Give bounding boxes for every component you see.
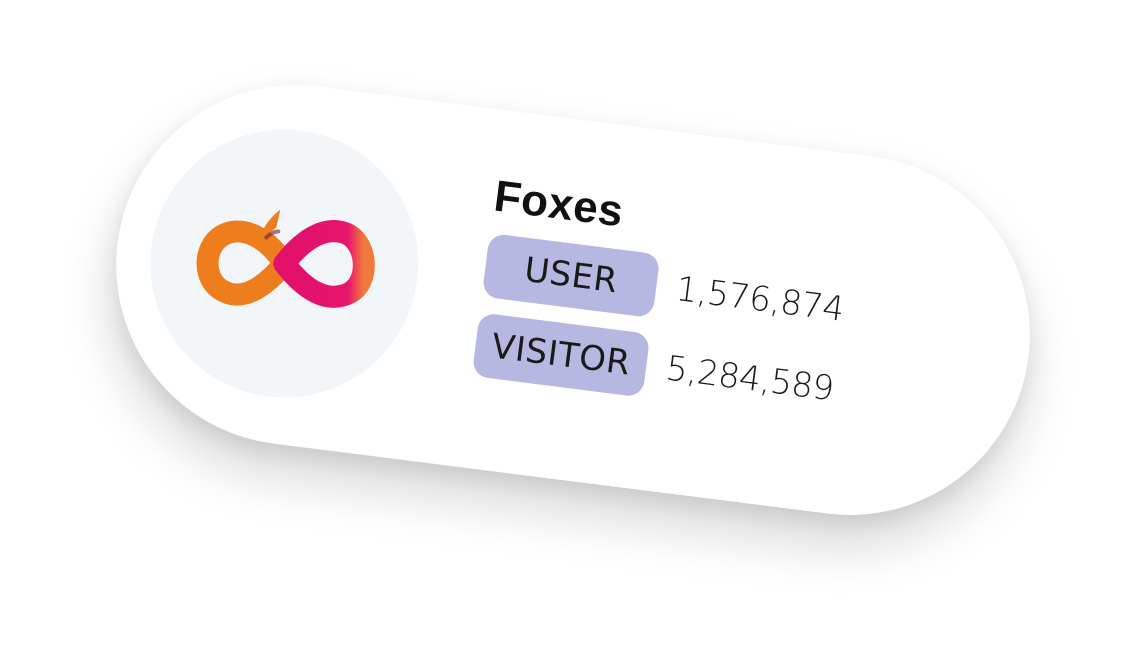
visitor-badge: VISITOR xyxy=(471,312,651,398)
infinity-logo-icon xyxy=(196,209,375,308)
profile-card[interactable]: Foxes USER 1,576,874 VISITOR 5,284,589 xyxy=(95,63,1051,537)
user-badge: USER xyxy=(481,233,661,319)
logo-avatar xyxy=(134,113,435,414)
visitor-count: 5,284,589 xyxy=(663,348,836,410)
stage: Foxes USER 1,576,874 VISITOR 5,284,589 xyxy=(0,0,1146,666)
card-info: Foxes USER 1,576,874 VISITOR 5,284,589 xyxy=(470,172,856,437)
user-count: 1,576,874 xyxy=(673,269,846,330)
